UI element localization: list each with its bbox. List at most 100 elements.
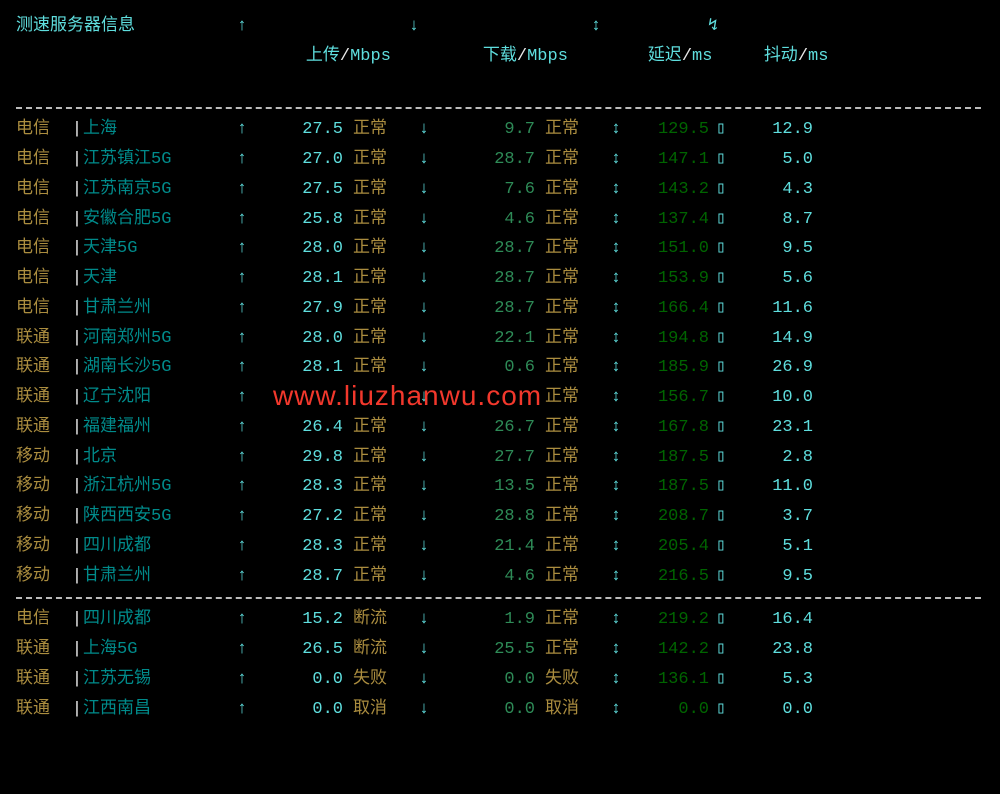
upload-status: 正常 bbox=[343, 175, 413, 205]
box-icon: ▯ bbox=[709, 443, 733, 473]
location-label: 河南郑州5G bbox=[83, 324, 231, 354]
latency-value: 185.9 bbox=[627, 353, 709, 383]
latency-value: 167.8 bbox=[627, 413, 709, 443]
upload-value: 27.2 bbox=[253, 502, 343, 532]
latency-value: 0.0 bbox=[627, 695, 709, 725]
download-status: 正常 bbox=[535, 443, 605, 473]
header-bolt-icon: ↯ bbox=[703, 12, 723, 42]
arrow-up-icon: ↑ bbox=[231, 502, 253, 532]
arrow-down-icon: ↓ bbox=[413, 472, 435, 502]
latency-value: 205.4 bbox=[627, 532, 709, 562]
jitter-value: 5.3 bbox=[733, 665, 813, 695]
isp-label: 电信 bbox=[16, 145, 71, 175]
table-row: 电信|天津↑28.1正常↓28.7正常↕153.9▯5.6 bbox=[16, 264, 984, 294]
header-server-info: 测速服务器信息 bbox=[16, 12, 231, 42]
arrow-updown-icon: ↕ bbox=[605, 532, 627, 562]
upload-value: 27.5 bbox=[253, 175, 343, 205]
location-label: 福建福州 bbox=[83, 413, 231, 443]
arrow-up-icon: ↑ bbox=[231, 635, 253, 665]
table-row: 电信|天津5G↑28.0正常↓28.7正常↕151.0▯9.5 bbox=[16, 234, 984, 264]
box-icon: ▯ bbox=[709, 383, 733, 413]
jitter-value: 12.9 bbox=[733, 115, 813, 145]
location-label: 上海5G bbox=[83, 635, 231, 665]
download-value: 22.1 bbox=[435, 324, 535, 354]
location-label: 江西南昌 bbox=[83, 695, 231, 725]
arrow-down-icon: ↓ bbox=[413, 205, 435, 235]
box-icon: ▯ bbox=[709, 353, 733, 383]
isp-label: 电信 bbox=[16, 234, 71, 264]
location-label: 天津5G bbox=[83, 234, 231, 264]
isp-label: 移动 bbox=[16, 502, 71, 532]
arrow-up-icon: ↑ bbox=[231, 294, 253, 324]
upload-value: 0.0 bbox=[253, 665, 343, 695]
download-value: 28.7 bbox=[435, 234, 535, 264]
latency-value: 187.5 bbox=[627, 472, 709, 502]
pipe-separator: | bbox=[71, 145, 83, 175]
box-icon: ▯ bbox=[709, 264, 733, 294]
download-value: 25.5 bbox=[435, 635, 535, 665]
download-status: 正常 bbox=[535, 294, 605, 324]
table-body-extra: 电信|四川成都↑15.2断流↓1.9正常↕219.2▯16.4联通|上海5G↑2… bbox=[16, 605, 984, 724]
table-row: 联通|河南郑州5G↑28.0正常↓22.1正常↕194.8▯14.9 bbox=[16, 324, 984, 354]
table-row: 移动|北京↑29.8正常↓27.7正常↕187.5▯2.8 bbox=[16, 443, 984, 473]
table-row: 电信|甘肃兰州↑27.9正常↓28.7正常↕166.4▯11.6 bbox=[16, 294, 984, 324]
upload-status: 正常 bbox=[343, 115, 413, 145]
arrow-up-icon: ↑ bbox=[231, 695, 253, 725]
arrow-down-icon: ↓ bbox=[413, 695, 435, 725]
arrow-up-icon: ↑ bbox=[231, 353, 253, 383]
location-label: 四川成都 bbox=[83, 605, 231, 635]
jitter-value: 0.0 bbox=[733, 695, 813, 725]
location-label: 甘肃兰州 bbox=[83, 294, 231, 324]
table-row: 电信|安徽合肥5G↑25.8正常↓4.6正常↕137.4▯8.7 bbox=[16, 205, 984, 235]
latency-value: 142.2 bbox=[627, 635, 709, 665]
arrow-updown-icon: ↕ bbox=[605, 234, 627, 264]
arrow-down-icon: ↓ bbox=[413, 635, 435, 665]
pipe-separator: | bbox=[71, 294, 83, 324]
table-row: 联通|上海5G↑26.5断流↓25.5正常↕142.2▯23.8 bbox=[16, 635, 984, 665]
download-status: 正常 bbox=[535, 264, 605, 294]
arrow-down-icon: ↓ bbox=[413, 294, 435, 324]
download-status: 取消 bbox=[535, 695, 605, 725]
upload-value: 28.7 bbox=[253, 562, 343, 592]
isp-label: 联通 bbox=[16, 665, 71, 695]
download-value: 28.7 bbox=[435, 145, 535, 175]
download-value: 1.9 bbox=[435, 605, 535, 635]
arrow-up-icon: ↑ bbox=[231, 175, 253, 205]
pipe-separator: | bbox=[71, 562, 83, 592]
arrow-down-icon: ↓ bbox=[413, 443, 435, 473]
arrow-updown-icon: ↕ bbox=[605, 635, 627, 665]
arrow-down-icon: ↓ bbox=[413, 324, 435, 354]
header-upload: 上传/Mbps bbox=[253, 12, 403, 101]
upload-status: 正常 bbox=[343, 324, 413, 354]
latency-value: 187.5 bbox=[627, 443, 709, 473]
upload-status: 正常 bbox=[343, 264, 413, 294]
table-row: 电信|上海↑27.5正常↓9.7正常↕129.5▯12.9 bbox=[16, 115, 984, 145]
upload-status: 正常 bbox=[343, 234, 413, 264]
header-arrow-up-icon: ↑ bbox=[231, 12, 253, 42]
table-row: 移动|四川成都↑28.3正常↓21.4正常↕205.4▯5.1 bbox=[16, 532, 984, 562]
download-status: 正常 bbox=[535, 605, 605, 635]
arrow-down-icon: ↓ bbox=[413, 175, 435, 205]
jitter-value: 9.5 bbox=[733, 234, 813, 264]
jitter-value: 5.0 bbox=[733, 145, 813, 175]
download-value: 0.6 bbox=[435, 353, 535, 383]
upload-value: 27.5 bbox=[253, 115, 343, 145]
arrow-up-icon: ↑ bbox=[231, 115, 253, 145]
header-latency: 延迟/ms bbox=[607, 12, 703, 101]
location-label: 四川成都 bbox=[83, 532, 231, 562]
upload-status: 正常 bbox=[343, 413, 413, 443]
arrow-updown-icon: ↕ bbox=[605, 605, 627, 635]
arrow-down-icon: ↓ bbox=[413, 605, 435, 635]
latency-value: 129.5 bbox=[627, 115, 709, 145]
download-status: 正常 bbox=[535, 175, 605, 205]
arrow-up-icon: ↑ bbox=[231, 665, 253, 695]
pipe-separator: | bbox=[71, 175, 83, 205]
jitter-value: 2.8 bbox=[733, 443, 813, 473]
latency-value: 147.1 bbox=[627, 145, 709, 175]
location-label: 辽宁沈阳 bbox=[83, 383, 231, 413]
download-status: 正常 bbox=[535, 413, 605, 443]
location-label: 浙江杭州5G bbox=[83, 472, 231, 502]
download-value: 4.6 bbox=[435, 205, 535, 235]
upload-value: 15.2 bbox=[253, 605, 343, 635]
table-row: 联通|湖南长沙5G↑28.1正常↓0.6正常↕185.9▯26.9 bbox=[16, 353, 984, 383]
